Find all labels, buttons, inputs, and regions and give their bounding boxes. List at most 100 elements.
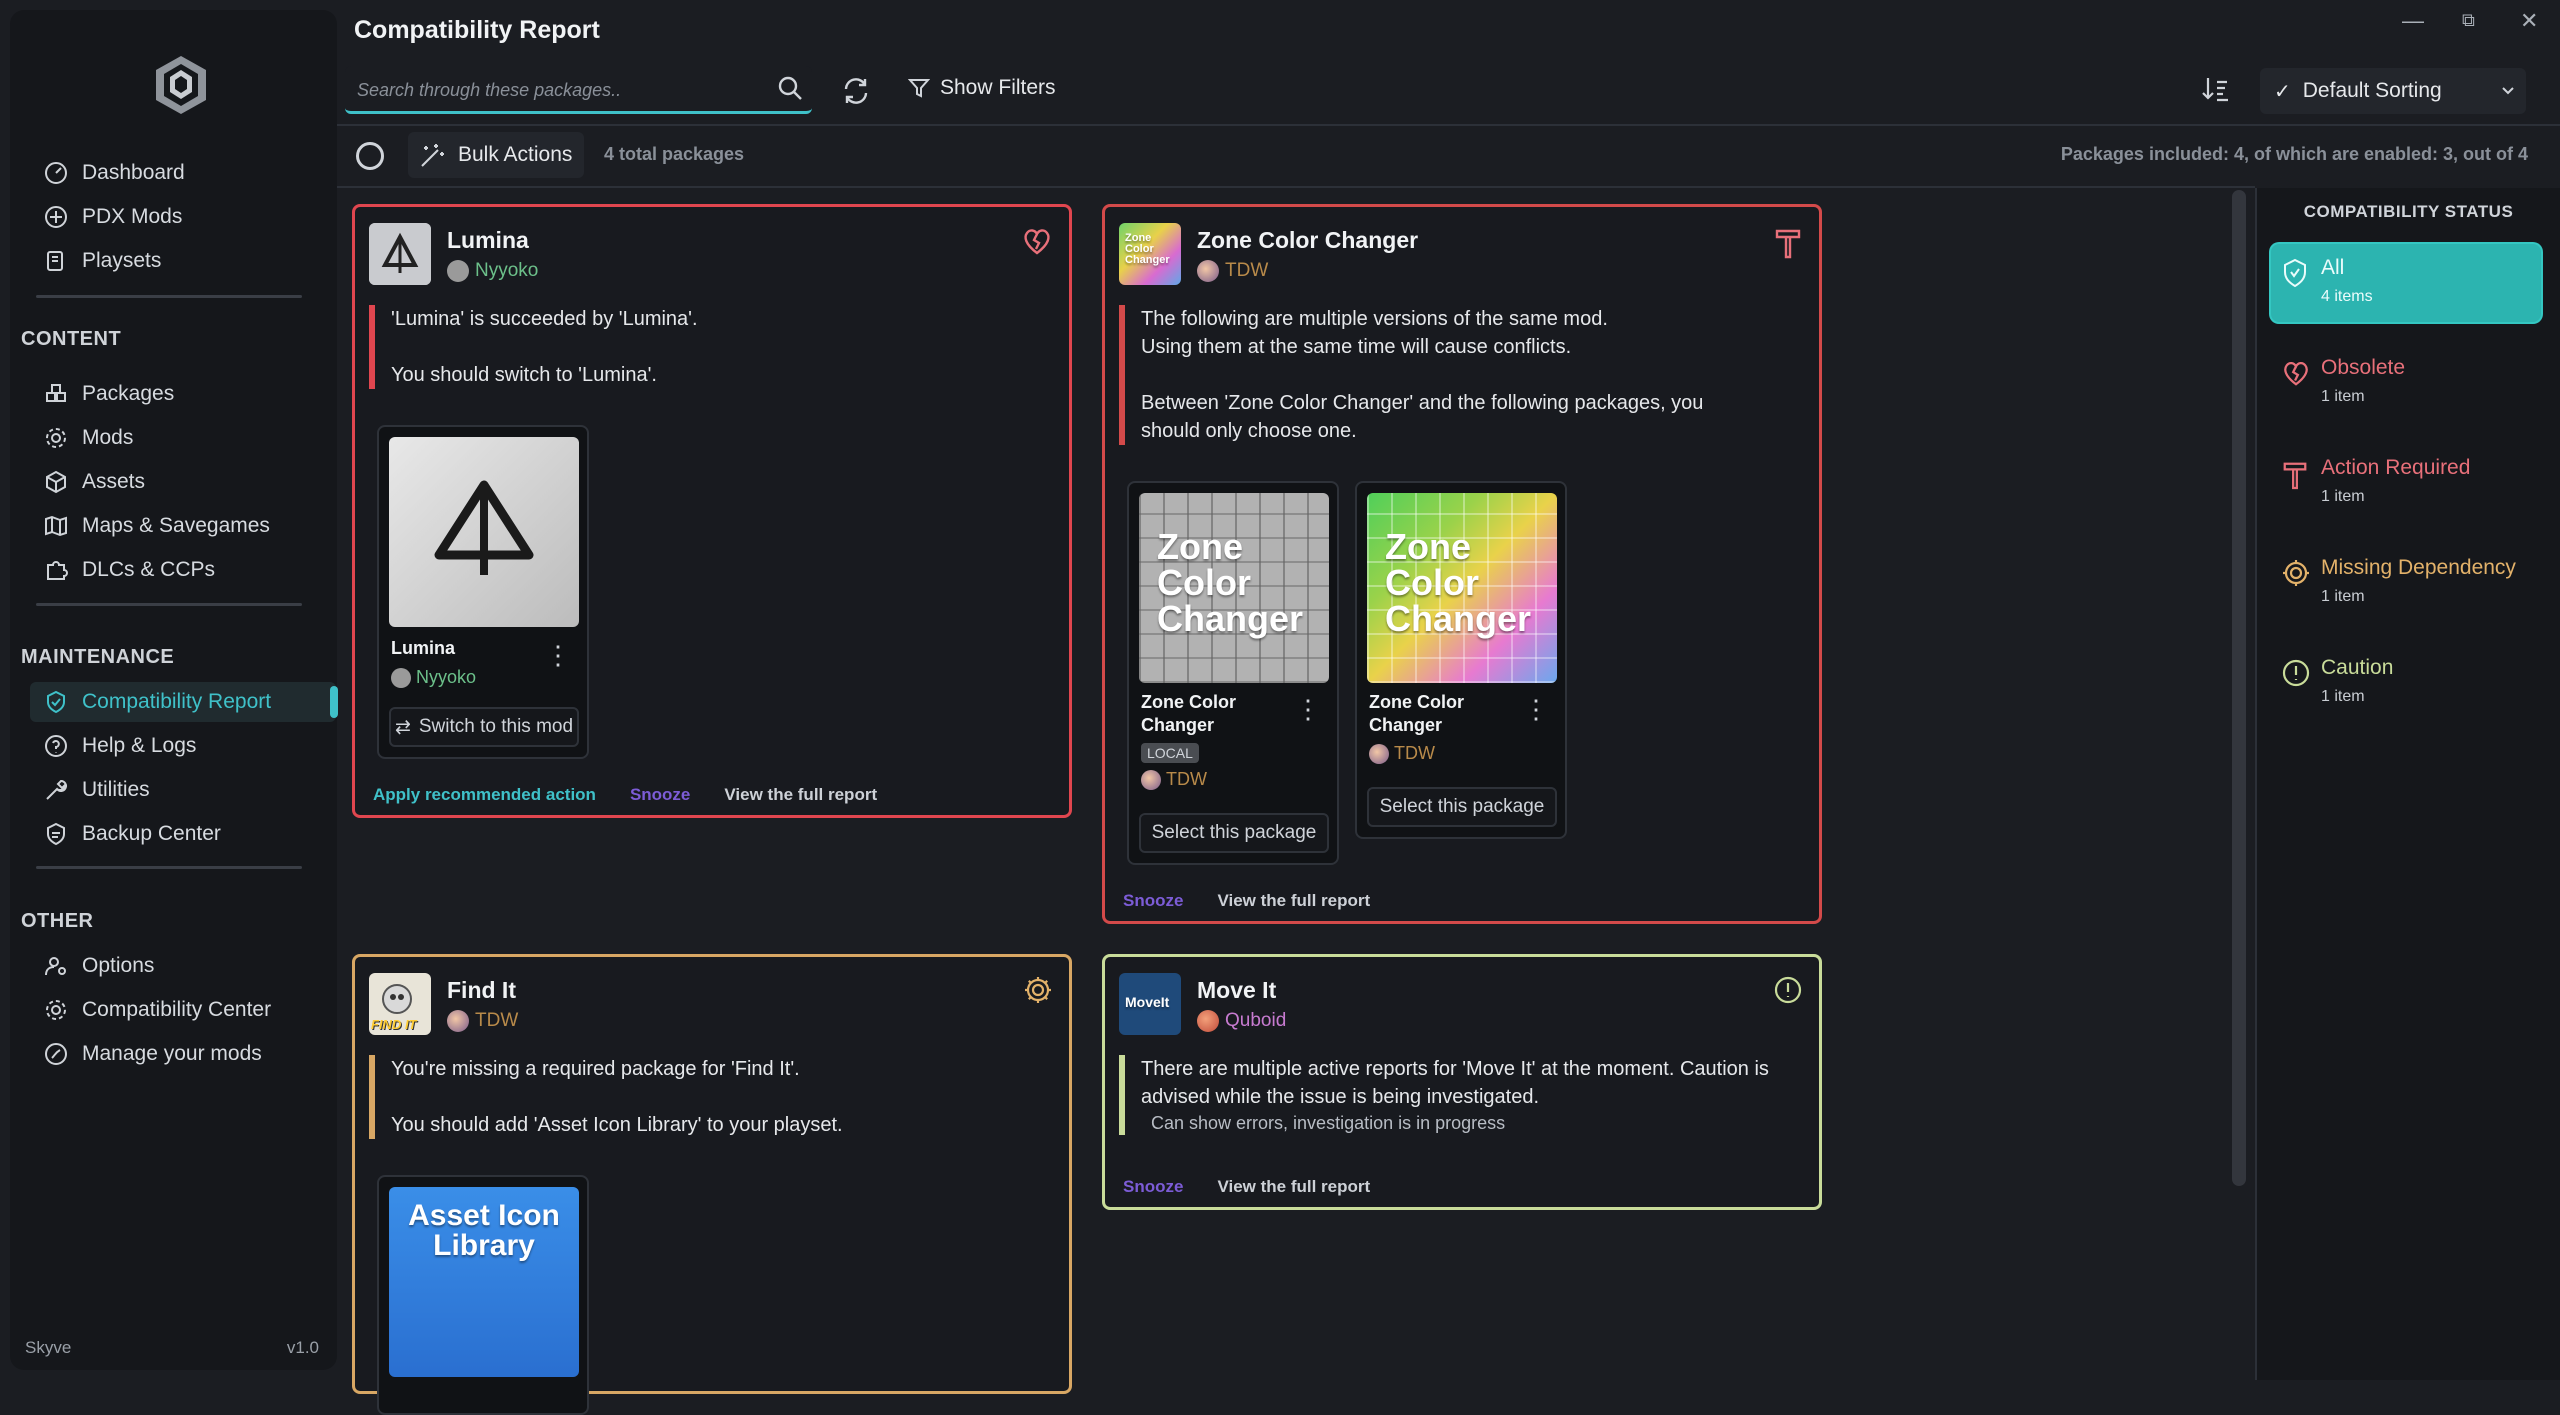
sidebar-item-dlcs[interactable]: DLCs & CCPs	[30, 550, 330, 590]
suggested-package-card[interactable]: Lumina ⋮ Nyyoko ⇄ Switch to this mod	[377, 425, 589, 759]
author-name: Nyyoko	[416, 667, 477, 687]
apply-recommended-action-link[interactable]: Apply recommended action	[373, 785, 596, 805]
package-thumbnail	[369, 223, 431, 285]
bulk-actions-button[interactable]: Bulk Actions	[408, 132, 584, 178]
package-name[interactable]: Zone Color Changer	[1197, 227, 1418, 254]
switch-to-mod-button[interactable]: ⇄ Switch to this mod	[389, 707, 579, 747]
snooze-link[interactable]: Snooze	[630, 785, 690, 805]
sidebar-item-label: Packages	[82, 382, 175, 405]
sort-dropdown[interactable]: ✓ Default Sorting	[2260, 68, 2526, 114]
minimize-button[interactable]: —	[2402, 8, 2424, 34]
package-name[interactable]: Lumina	[447, 227, 529, 254]
report-message: The following are multiple versions of t…	[1119, 305, 1759, 445]
missing-dependency-gear-icon	[2283, 560, 2309, 586]
options-user-gear-icon	[42, 952, 70, 980]
report-message: There are multiple active reports for 'M…	[1119, 1055, 1799, 1135]
package-option-card[interactable]: Zone Color Changer Zone Color Changer ⋮ …	[1355, 481, 1567, 839]
search-input[interactable]	[357, 76, 757, 104]
message-line: You should switch to 'Lumina'.	[391, 364, 657, 386]
restore-button[interactable]: ⧉	[2462, 10, 2475, 31]
snooze-link[interactable]: Snooze	[1123, 1177, 1183, 1197]
sidebar-item-assets[interactable]: Assets	[30, 462, 330, 502]
package-author[interactable]: TDW	[1197, 260, 1268, 282]
sidebar-item-label: Mods	[82, 426, 134, 449]
sidebar-item-label: Playsets	[82, 249, 162, 272]
sidebar-item-manage-mods[interactable]: Manage your mods	[30, 1034, 330, 1074]
sidebar-item-pdx-mods[interactable]: PDX Mods	[30, 197, 330, 237]
scrollbar[interactable]	[2232, 190, 2246, 1186]
view-full-report-link[interactable]: View the full report	[1217, 891, 1370, 911]
sidebar-item-help-logs[interactable]: Help & Logs	[30, 726, 330, 766]
card-actions: Snooze View the full report	[1123, 1177, 1370, 1197]
compatibility-status-panel: COMPATIBILITY STATUS All 4 items Obsolet…	[2255, 188, 2560, 1380]
package-author[interactable]: TDW	[447, 1010, 518, 1032]
sidebar-item-backup-center[interactable]: Backup Center	[30, 814, 330, 854]
sidebar-item-utilities[interactable]: Utilities	[30, 770, 330, 810]
more-options-icon[interactable]: ⋮	[1295, 696, 1321, 722]
package-author[interactable]: Quboid	[1197, 1010, 1286, 1032]
sidebar-item-options[interactable]: Options	[30, 946, 330, 986]
status-count: 4 items	[2321, 288, 2373, 305]
message-line: You should add 'Asset Icon Library' to y…	[391, 1114, 843, 1136]
view-full-report-link[interactable]: View the full report	[724, 785, 877, 805]
package-option-card[interactable]: Zone Color Changer Zone Color Changer ⋮ …	[1127, 481, 1339, 865]
sidebar-item-label: Utilities	[82, 778, 150, 801]
sidebar-item-label: Help & Logs	[82, 734, 197, 757]
card-actions: Apply recommended action Snooze View the…	[373, 785, 877, 805]
show-filters-button[interactable]: Show Filters	[908, 76, 1056, 100]
status-filter-action-required[interactable]: Action Required 1 item	[2271, 444, 2541, 522]
package-author[interactable]: Nyyoko	[447, 260, 538, 282]
sort-order-icon[interactable]	[2200, 74, 2230, 104]
dlc-puzzle-icon	[42, 556, 70, 584]
select-package-button[interactable]: Select this package	[1139, 813, 1329, 853]
search-box	[345, 66, 812, 114]
package-name[interactable]: Move It	[1197, 977, 1276, 1004]
sidebar-item-dashboard[interactable]: Dashboard	[30, 153, 330, 193]
more-options-icon[interactable]: ⋮	[1523, 696, 1549, 722]
select-package-button[interactable]: Select this package	[1367, 787, 1557, 827]
package-author: TDW	[1141, 769, 1207, 790]
sidebar-item-packages[interactable]: Packages	[30, 374, 330, 414]
status-filter-all[interactable]: All 4 items	[2271, 244, 2541, 322]
status-filter-obsolete[interactable]: Obsolete 1 item	[2271, 344, 2541, 422]
sidebar-item-label: Backup Center	[82, 822, 221, 845]
page-title: Compatibility Report	[354, 16, 600, 44]
package-thumbnail: Zone Color Changer	[1119, 223, 1181, 285]
chevron-down-icon	[2502, 87, 2514, 95]
sidebar-item-mods[interactable]: Mods	[30, 418, 330, 458]
action-required-hammer-icon	[1775, 229, 1801, 259]
snooze-link[interactable]: Snooze	[1123, 891, 1183, 911]
sidebar-item-maps[interactable]: Maps & Savegames	[30, 506, 330, 546]
obsolete-heart-icon	[2284, 362, 2308, 386]
select-all-checkbox[interactable]	[356, 142, 384, 170]
status-label: Missing Dependency	[2321, 556, 2516, 579]
total-packages-count: 4 total packages	[604, 144, 745, 164]
sidebar-item-compatibility-center[interactable]: Compatibility Center	[30, 990, 330, 1030]
caution-icon	[1774, 976, 1802, 1004]
status-count: 1 item	[2321, 488, 2365, 505]
report-card-lumina: Lumina Nyyoko 'Lumina' is succeeded by '…	[352, 204, 1072, 818]
package-name[interactable]: Find It	[447, 977, 516, 1004]
report-message: 'Lumina' is succeeded by 'Lumina'. You s…	[369, 305, 698, 389]
required-package-card[interactable]: Asset Icon Library	[377, 1175, 589, 1415]
dashboard-icon	[42, 159, 70, 187]
thumbnail-text: Asset Icon Library	[408, 1199, 560, 1262]
status-label: Action Required	[2321, 456, 2471, 479]
view-full-report-link[interactable]: View the full report	[1217, 1177, 1370, 1197]
status-filter-caution[interactable]: Caution 1 item	[2271, 644, 2541, 722]
status-filter-missing-dependency[interactable]: Missing Dependency 1 item	[2271, 544, 2541, 622]
section-title-other: OTHER	[21, 910, 94, 932]
refresh-icon[interactable]	[840, 75, 872, 107]
more-options-icon[interactable]: ⋮	[545, 642, 571, 668]
message-line: There are multiple active reports for 'M…	[1141, 1058, 1769, 1108]
sidebar-item-playsets[interactable]: Playsets	[30, 241, 330, 281]
sidebar-item-compatibility-report[interactable]: Compatibility Report	[30, 682, 338, 722]
avatar	[1197, 1010, 1219, 1032]
status-count: 1 item	[2321, 388, 2365, 405]
backup-shield-icon	[42, 820, 70, 848]
close-button[interactable]: ✕	[2520, 8, 2538, 34]
message-line: You're missing a required package for 'F…	[391, 1058, 800, 1080]
section-title-content: CONTENT	[21, 328, 122, 350]
search-icon[interactable]	[776, 74, 804, 102]
cog-icon	[42, 996, 70, 1024]
